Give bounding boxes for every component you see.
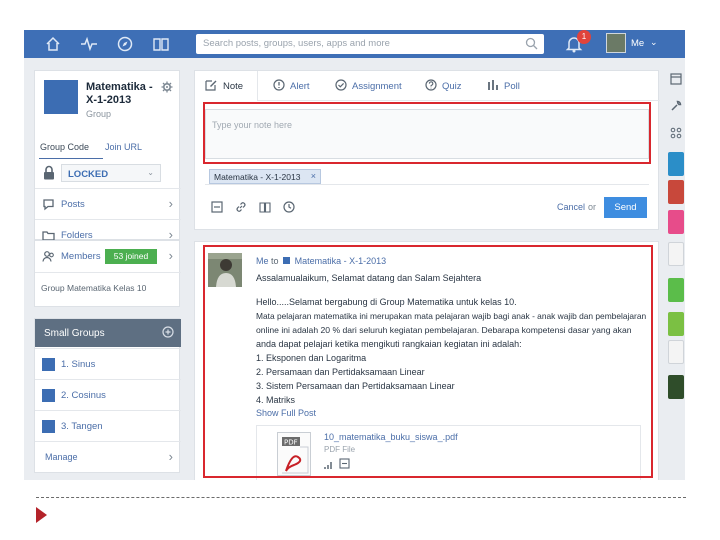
group-members-card: Members 53 joined › Group Matematika Kel…	[34, 240, 181, 307]
app-tile-app[interactable]	[668, 278, 684, 302]
recipient-tag: Matematika - X-1-2013 ×	[209, 169, 321, 184]
tab-assignment[interactable]: Assignment	[325, 71, 409, 101]
group-type-label: Group	[86, 109, 112, 119]
poll-chart-icon	[488, 80, 498, 90]
checkmark-circle-icon	[335, 79, 347, 91]
small-group-square	[42, 389, 55, 402]
top-navigation-bar: Search posts, groups, users, apps and mo…	[24, 30, 685, 58]
search-input[interactable]: Search posts, groups, users, apps and mo…	[196, 34, 544, 54]
activity-icon[interactable]	[80, 35, 98, 53]
tab-label: Poll	[504, 81, 520, 92]
small-group-square	[42, 420, 55, 433]
manage-small-groups-link[interactable]: Manage	[45, 452, 78, 462]
app-tile-app[interactable]	[668, 375, 684, 399]
wrench-icon[interactable]	[670, 100, 682, 112]
send-button[interactable]: Send	[604, 197, 647, 218]
sidebar-item-label: Members	[61, 251, 101, 262]
slide-arrow-icon	[36, 507, 47, 523]
small-groups-panel: Small Groups 1. Sinus 2. Cosinus 3. Tang…	[34, 318, 181, 473]
small-group-label: 2. Cosinus	[61, 390, 106, 401]
group-name[interactable]: Matematika - X-1-2013	[86, 81, 158, 107]
tab-label: Quiz	[442, 81, 462, 92]
small-groups-header: Small Groups	[35, 319, 181, 347]
composer-tabs: Note Alert Assignment Quiz Poll	[195, 71, 660, 101]
small-group-label: 1. Sinus	[61, 359, 96, 370]
small-group-square	[42, 358, 55, 371]
chevron-down-icon: ⌄	[147, 168, 154, 177]
cancel-button[interactable]: Cancel	[557, 202, 585, 212]
note-edit-icon	[205, 80, 217, 91]
active-tab-underline	[39, 158, 103, 159]
small-group-item[interactable]: 1. Sinus	[35, 348, 181, 379]
tab-label: Assignment	[352, 81, 402, 92]
me-menu-label[interactable]: Me	[631, 38, 644, 49]
group-description-row: Group Matematika Kelas 10	[35, 272, 181, 303]
notification-count-badge[interactable]: 1	[577, 30, 591, 44]
tab-note[interactable]: Note	[195, 71, 258, 101]
small-group-label: 3. Tangen	[61, 421, 103, 432]
tab-poll[interactable]: Poll	[477, 71, 529, 101]
gear-icon[interactable]	[161, 81, 173, 93]
tab-label: Alert	[290, 81, 310, 92]
link-icon[interactable]	[235, 201, 247, 213]
speech-bubble-icon	[43, 199, 54, 211]
recipient-tag-label: Matematika - X-1-2013	[214, 172, 301, 182]
apps-grid-icon[interactable]	[670, 127, 682, 139]
slide-divider	[36, 497, 686, 498]
chevron-right-icon: ›	[168, 248, 173, 263]
close-icon[interactable]: ×	[311, 171, 316, 181]
manage-row[interactable]: Manage ›	[35, 441, 181, 472]
small-group-item[interactable]: 2. Cosinus	[35, 379, 181, 410]
group-thumbnail	[44, 80, 78, 114]
tab-alert[interactable]: Alert	[263, 71, 323, 101]
chevron-right-icon: ›	[168, 449, 173, 464]
chevron-down-icon[interactable]: ⌄	[650, 37, 658, 48]
tab-join-url[interactable]: Join URL	[105, 142, 142, 152]
lock-icon	[44, 165, 54, 180]
question-icon	[425, 79, 437, 91]
group-code-select[interactable]: LOCKED ⌄	[61, 164, 161, 182]
sidebar-item-posts[interactable]: Posts ›	[35, 188, 181, 219]
attach-file-icon[interactable]	[211, 201, 223, 213]
app-tile-app[interactable]	[668, 242, 684, 266]
tab-quiz[interactable]: Quiz	[415, 71, 471, 101]
app-tile-app[interactable]	[668, 340, 684, 364]
group-info-card: Matematika - X-1-2013 Group Group Code J…	[34, 70, 181, 242]
sidebar-item-members[interactable]: Members 53 joined ›	[35, 241, 181, 272]
search-placeholder: Search posts, groups, users, apps and mo…	[203, 38, 390, 49]
app-tile-calendar[interactable]	[668, 152, 684, 176]
edmodo-window: Search posts, groups, users, apps and mo…	[24, 30, 685, 480]
sidebar-item-label: Posts	[61, 199, 85, 210]
post-highlight	[203, 245, 653, 478]
app-tile-app[interactable]	[668, 312, 684, 336]
user-avatar[interactable]	[606, 33, 626, 53]
members-joined-badge: 53 joined	[105, 249, 157, 264]
group-code-value: LOCKED	[68, 169, 109, 180]
home-icon[interactable]	[44, 35, 62, 53]
add-circle-icon[interactable]	[162, 326, 174, 338]
small-group-item[interactable]: 3. Tangen	[35, 410, 181, 441]
discover-icon[interactable]	[116, 35, 134, 53]
chevron-right-icon: ›	[168, 196, 173, 211]
tab-group-code[interactable]: Group Code	[40, 142, 90, 153]
small-groups-title: Small Groups	[44, 328, 105, 339]
app-tile-app[interactable]	[668, 210, 684, 234]
clock-icon[interactable]	[283, 201, 295, 213]
search-icon[interactable]	[525, 37, 538, 50]
app-tile-app[interactable]	[668, 180, 684, 204]
alert-icon	[273, 79, 285, 91]
group-description: Group Matematika Kelas 10	[41, 283, 147, 293]
sidebar-toggle-icon[interactable]	[670, 73, 682, 85]
tab-label: Note	[223, 81, 244, 92]
backpack-icon[interactable]	[152, 35, 170, 53]
recipients-field[interactable]: Matematika - X-1-2013 ×	[205, 167, 649, 185]
note-input-highlight	[203, 102, 651, 164]
library-book-icon[interactable]	[259, 201, 271, 213]
or-separator: or	[588, 202, 597, 212]
members-icon	[42, 251, 54, 262]
